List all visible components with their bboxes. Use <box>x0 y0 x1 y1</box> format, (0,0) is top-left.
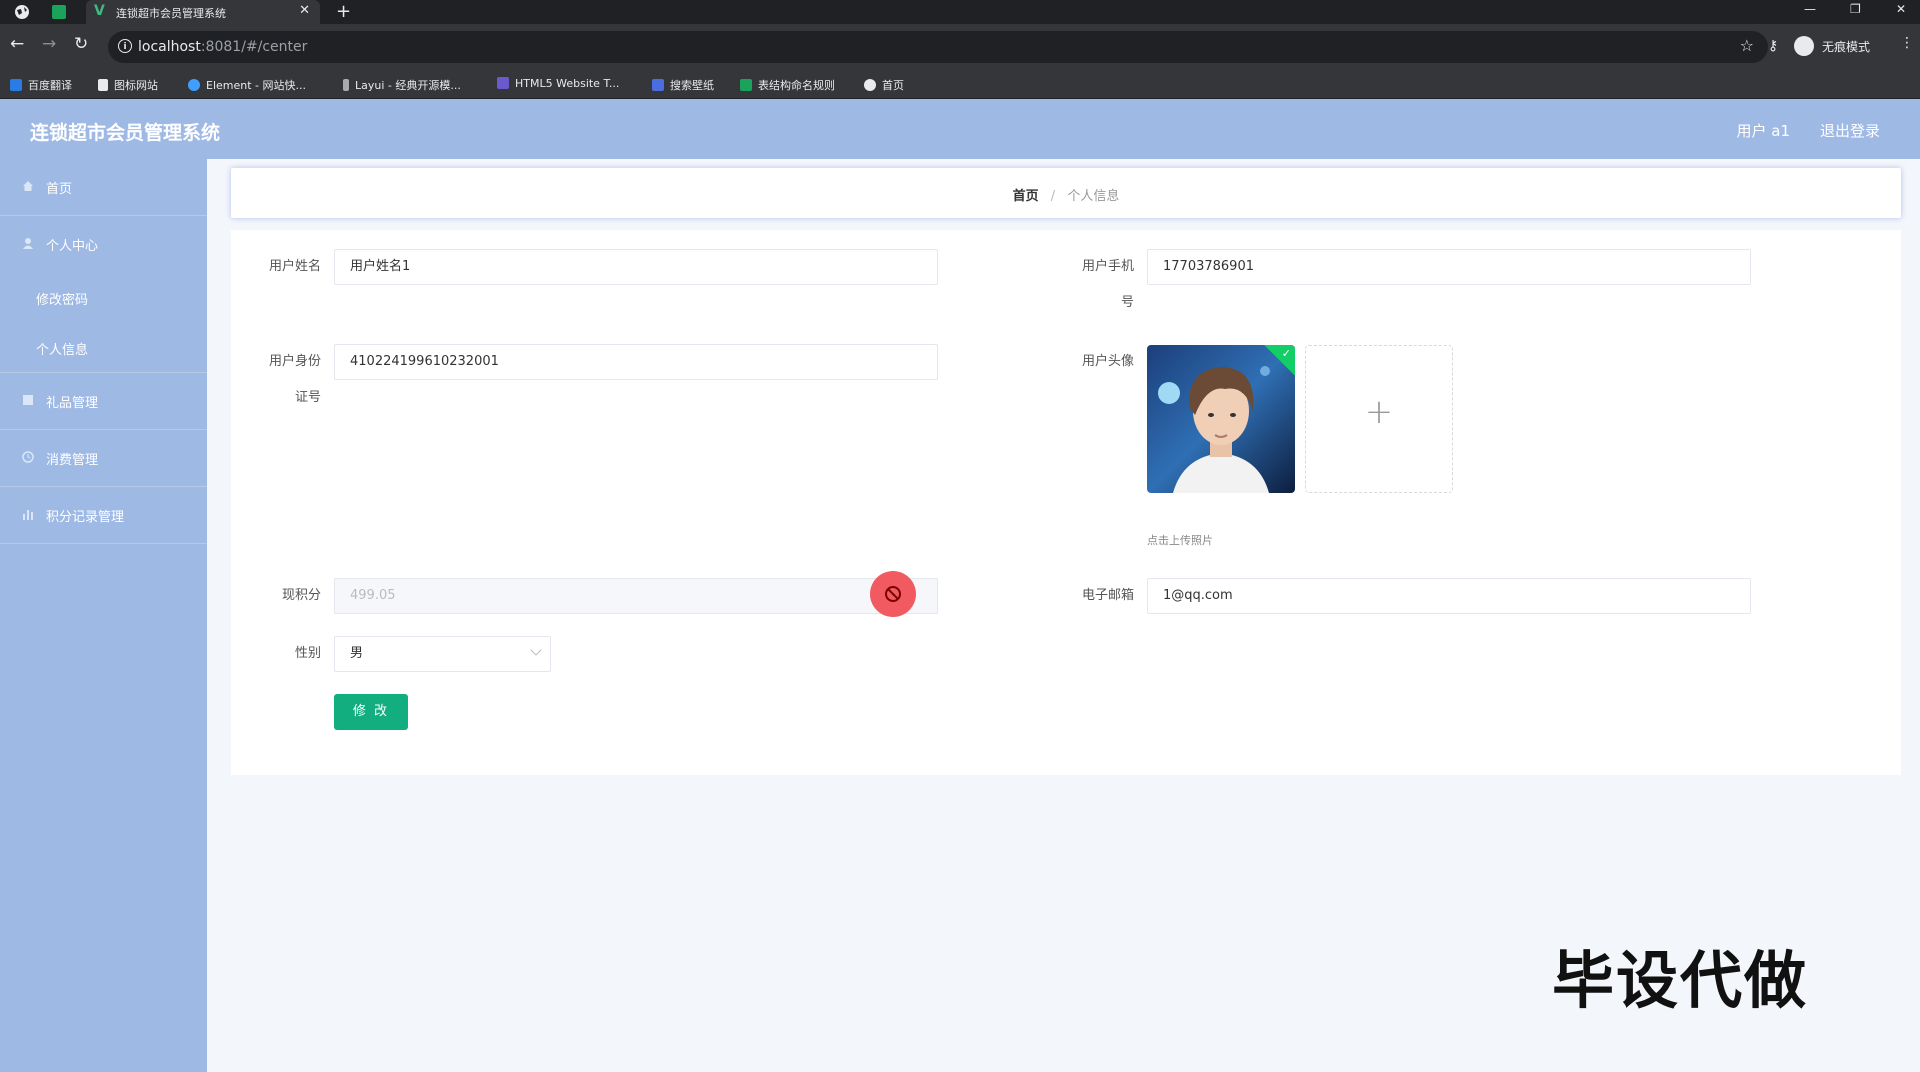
email-input[interactable]: 1@qq.com <box>1147 578 1751 614</box>
browser-tab[interactable]: V 连锁超市会员管理系统 ✕ <box>86 0 320 24</box>
bookmark-item[interactable]: Layui - 经典开源模... <box>343 77 461 93</box>
address-bar: ← → ↻ i localhost:8081/#/center ☆ ⚷ 无痕模式… <box>0 24 1920 70</box>
url-field[interactable]: i localhost:8081/#/center ☆ <box>108 31 1768 63</box>
sidebar-item-consumption-management[interactable]: 消费管理 <box>0 430 207 487</box>
app-title: 连锁超市会员管理系统 <box>30 122 221 144</box>
points-label: 现积分 <box>281 588 321 603</box>
idcard-input[interactable]: 410224199610232001 <box>334 344 938 380</box>
not-allowed-cursor-icon <box>870 571 916 617</box>
back-icon[interactable]: ← <box>10 34 24 54</box>
grid-icon <box>23 395 33 405</box>
bar-chart-icon <box>23 510 33 520</box>
home-icon <box>23 181 33 191</box>
sidebar-item-label: 首页 <box>46 182 73 197</box>
incognito-icon[interactable] <box>1794 36 1814 56</box>
bookmark-star-icon[interactable]: ☆ <box>1740 36 1754 55</box>
tab-title: 连锁超市会员管理系统 <box>116 7 226 20</box>
avatar-photo <box>1147 345 1295 493</box>
forward-icon[interactable]: → <box>42 34 56 54</box>
reload-icon[interactable]: ↻ <box>74 34 88 54</box>
translate-icon <box>10 79 22 91</box>
submit-button[interactable]: 修 改 <box>334 694 408 730</box>
vue-icon: V <box>94 3 105 19</box>
check-icon: ✓ <box>1281 347 1291 360</box>
plus-icon: + <box>1364 392 1394 432</box>
sidebar-item-change-password[interactable]: 修改密码 <box>0 272 207 322</box>
name-input[interactable]: 用户姓名1 <box>334 249 938 285</box>
email-label: 电子邮箱 <box>1081 588 1134 603</box>
breadcrumb-current: 个人信息 <box>1067 189 1120 204</box>
bookmark-item[interactable]: 图标网站 <box>98 77 158 93</box>
browser-tab-strip: V 连锁超市会员管理系统 ✕ + — ❐ ✕ <box>0 0 1920 24</box>
bookmark-item[interactable]: Element - 网站快... <box>188 77 306 93</box>
browser-menu-icon[interactable]: ⋮ <box>1900 35 1914 51</box>
breadcrumb-home[interactable]: 首页 <box>1013 189 1039 204</box>
gender-value: 男 <box>350 646 364 661</box>
minimize-icon[interactable]: — <box>1804 2 1816 16</box>
phone-label: 用户手机 号 <box>1081 259 1134 310</box>
upload-button[interactable]: + <box>1305 345 1453 493</box>
wallpaper-icon <box>652 79 664 91</box>
sidebar-item-home[interactable]: 首页 <box>0 159 207 216</box>
points-input: 499.05 <box>334 578 938 614</box>
element-icon <box>188 79 200 91</box>
url-text: localhost:8081/#/center <box>138 39 308 55</box>
sidebar-item-label: 积分记录管理 <box>46 510 125 525</box>
gender-select[interactable]: 男 <box>334 636 551 672</box>
incognito-label[interactable]: 无痕模式 <box>1822 38 1870 55</box>
globe-icon[interactable] <box>14 4 30 20</box>
sidebar-item-label: 个人中心 <box>46 239 99 254</box>
bookmark-item[interactable]: 搜索壁纸 <box>652 77 714 93</box>
sidebar-item-points-records[interactable]: 积分记录管理 <box>0 487 207 544</box>
breadcrumb-separator: / <box>1050 189 1056 204</box>
sidebar-item-gift-management[interactable]: 礼品管理 <box>0 373 207 430</box>
key-icon[interactable]: ⚷ <box>1768 38 1778 54</box>
app-header: 连锁超市会员管理系统 用户 a1 退出登录 <box>0 99 1920 159</box>
sidebar-item-personal-center[interactable]: 个人中心 <box>0 216 207 272</box>
user-icon <box>23 238 33 249</box>
sidebar-item-label: 礼品管理 <box>46 396 99 411</box>
close-tab-icon[interactable]: ✕ <box>299 3 310 18</box>
globe-icon <box>864 79 876 91</box>
bookmarks-bar: 百度翻译 图标网站 Element - 网站快... Layui - 经典开源模… <box>0 70 1920 99</box>
restore-icon[interactable]: ❐ <box>1850 2 1861 16</box>
sidebar-item-personal-info[interactable]: 个人信息 <box>0 322 207 373</box>
bookmark-item[interactable]: 表结构命名规则 <box>740 77 835 93</box>
name-label: 用户姓名 <box>268 259 321 274</box>
sidebar-item-label: 修改密码 <box>36 293 89 308</box>
close-window-icon[interactable]: ✕ <box>1896 2 1906 16</box>
pinned-tab-icon[interactable] <box>52 5 66 19</box>
info-icon[interactable]: i <box>118 39 132 53</box>
current-user: 用户 a1 <box>1736 122 1790 140</box>
bookmark-item[interactable]: 百度翻译 <box>10 77 72 93</box>
sidebar-item-label: 消费管理 <box>46 453 99 468</box>
phone-input[interactable]: 17703786901 <box>1147 249 1751 285</box>
layui-icon <box>343 79 349 91</box>
upload-hint: 点击上传照片 <box>1147 534 1213 547</box>
sidebar: 首页 个人中心 修改密码 个人信息 礼品管理 消费管理 积分记录管理 <box>0 159 207 1072</box>
gender-label: 性别 <box>294 646 321 661</box>
breadcrumb: 首页 / 个人信息 <box>231 168 1901 218</box>
bookmark-item[interactable]: 首页 <box>864 77 904 93</box>
personal-info-form: 用户姓名 用户姓名1 用户身份 证号 410224199610232001 现积… <box>231 230 1901 775</box>
new-tab-icon[interactable]: + <box>336 1 351 22</box>
bookmark-item[interactable]: HTML5 Website T... <box>497 77 619 90</box>
flag-icon <box>98 79 108 91</box>
idcard-label: 用户身份 证号 <box>268 354 321 405</box>
watermark: 毕设代做 <box>1552 944 1809 1017</box>
avatar-label: 用户头像 <box>1081 354 1134 369</box>
logout-link[interactable]: 退出登录 <box>1820 120 1880 141</box>
chevron-down-icon <box>530 644 542 656</box>
sheet-icon <box>740 79 752 91</box>
html5-icon <box>497 77 509 89</box>
sidebar-item-label: 个人信息 <box>36 343 89 358</box>
clock-icon <box>22 451 34 463</box>
avatar-image[interactable]: ✓ <box>1147 345 1295 493</box>
